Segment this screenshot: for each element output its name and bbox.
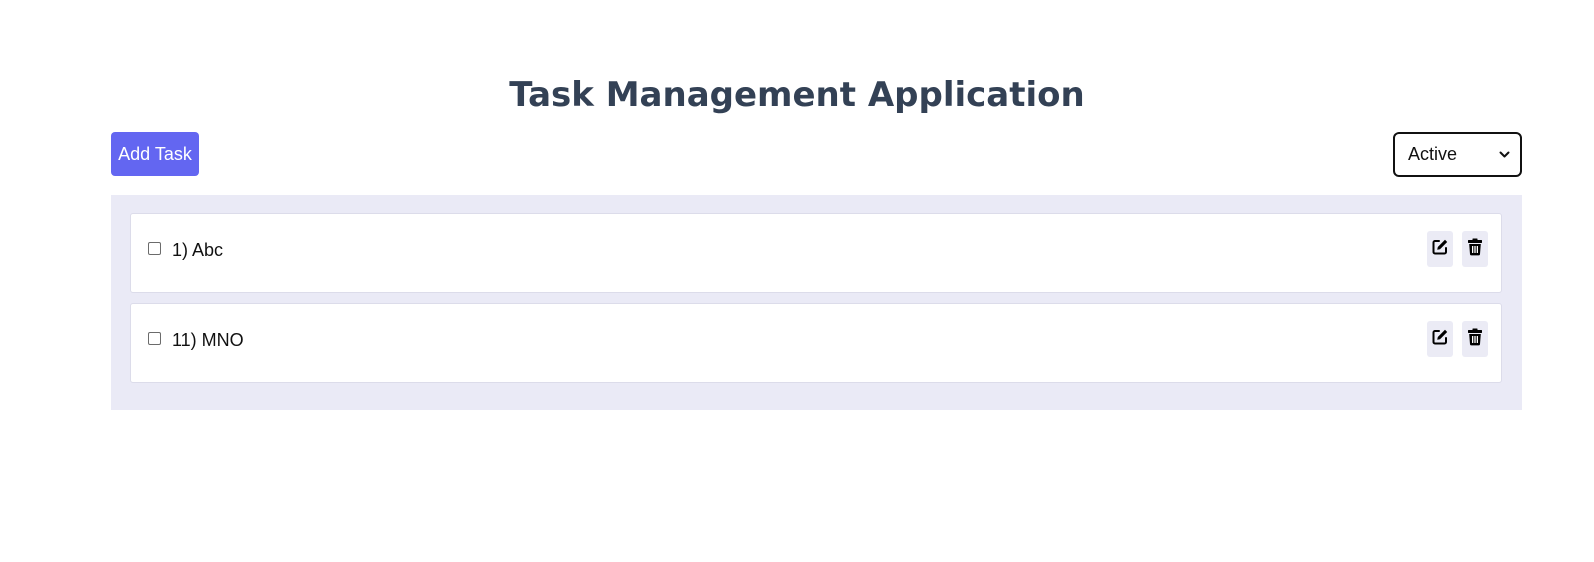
task-checkbox[interactable] <box>148 242 161 255</box>
chevron-down-icon <box>1499 151 1510 159</box>
task-item: 1) Abc <box>130 213 1502 293</box>
task-checkbox[interactable] <box>148 332 161 345</box>
status-filter-select[interactable]: Active <box>1393 132 1522 177</box>
trash-icon <box>1467 238 1483 261</box>
delete-task-button[interactable] <box>1462 231 1488 267</box>
trash-icon <box>1467 328 1483 351</box>
task-label: 1) Abc <box>172 240 224 260</box>
edit-task-button[interactable] <box>1427 321 1453 357</box>
delete-task-button[interactable] <box>1462 321 1488 357</box>
edit-icon <box>1431 238 1449 261</box>
status-filter-value: Active <box>1408 144 1458 164</box>
task-item: 11) MNO <box>130 303 1502 383</box>
edit-task-button[interactable] <box>1427 231 1453 267</box>
add-task-button[interactable]: Add Task <box>111 132 199 176</box>
edit-icon <box>1431 328 1449 351</box>
task-label: 11) MNO <box>172 330 244 350</box>
task-list: 1) Abc 11) MNO <box>111 195 1522 410</box>
page-title: Task Management Application <box>509 75 1085 115</box>
